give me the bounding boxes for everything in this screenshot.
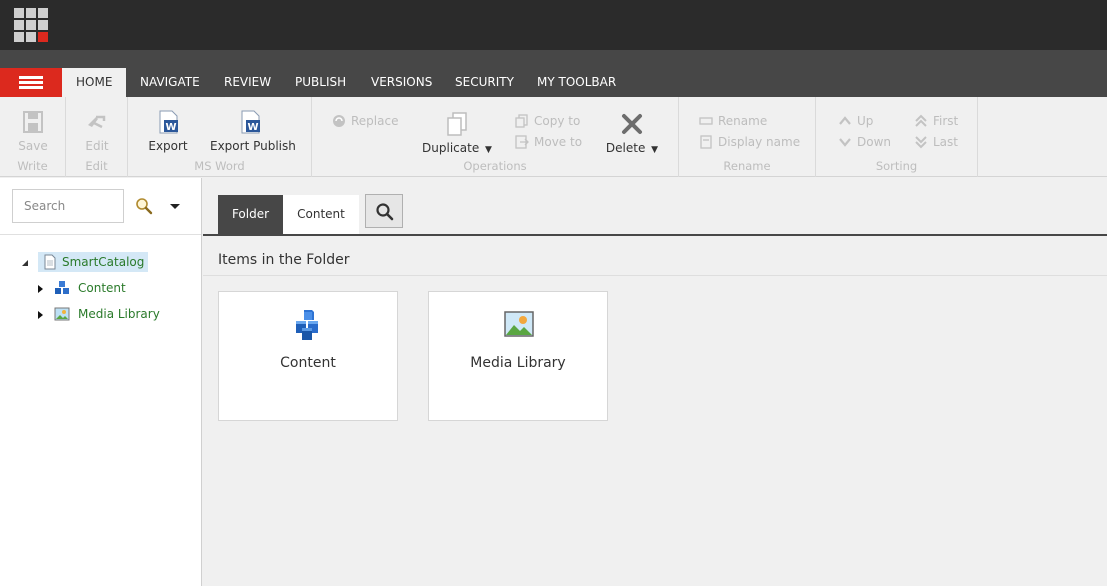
ribbon-group-sorting: Up Down First Last Sorting: [816, 97, 978, 177]
sort-down-button[interactable]: Down: [838, 135, 891, 149]
search-icon[interactable]: [134, 196, 154, 216]
tab-publish[interactable]: PUBLISH: [295, 68, 346, 97]
sort-last-button[interactable]: Last: [914, 135, 958, 149]
ribbon-group-rename: Rename Display name Rename: [679, 97, 816, 177]
copy-to-button[interactable]: Copy to: [515, 114, 580, 128]
tab-navigate[interactable]: NAVIGATE: [140, 68, 200, 97]
word-document-icon: W: [155, 109, 181, 135]
save-button[interactable]: Save: [0, 109, 66, 153]
export-button[interactable]: W Export: [148, 109, 188, 153]
move-to-button[interactable]: Move to: [515, 135, 582, 149]
chevron-down-icon: [838, 135, 852, 149]
group-label-rename: Rename: [723, 159, 771, 173]
edit-button[interactable]: Edit: [66, 109, 128, 153]
image-icon: [503, 308, 535, 340]
image-icon: [54, 306, 70, 322]
double-chevron-up-icon: [914, 114, 928, 128]
tree-label-media-library: Media Library: [78, 307, 160, 321]
content-tree-panel: SmartCatalog Content Media Library: [0, 178, 202, 586]
edit-icon: [84, 109, 110, 135]
tree-label-smartcatalog: SmartCatalog: [62, 255, 145, 269]
main-content-panel: Folder Content Items in the Folder Conte…: [203, 178, 1107, 586]
tree-search-input[interactable]: [12, 189, 124, 223]
tab-versions[interactable]: VERSIONS: [371, 68, 432, 97]
folder-card-media-library[interactable]: Media Library: [428, 291, 608, 421]
delete-x-icon: [619, 111, 645, 137]
rename-button[interactable]: Rename: [699, 114, 767, 128]
group-label-sorting: Sorting: [875, 159, 918, 173]
page-icon: [42, 254, 58, 270]
ribbon-group-operations: Replace Duplicate ▼ Copy to Move to Dele…: [312, 97, 679, 177]
tree-item-smartcatalog[interactable]: SmartCatalog: [20, 251, 149, 273]
svg-text:W: W: [165, 122, 176, 133]
rename-icon: [699, 114, 713, 128]
hamburger-menu-icon[interactable]: [0, 68, 62, 97]
ribbon: Save Write Edit Edit W Export W Export P…: [0, 97, 1107, 177]
cubes-icon: [293, 308, 325, 340]
group-label-write: Write: [17, 159, 48, 173]
export-publish-button[interactable]: W Export Publish: [210, 109, 296, 153]
chevron-down-icon: ▼: [651, 145, 659, 155]
launchpad-grid-icon[interactable]: [14, 8, 48, 42]
card-title: Content: [280, 355, 336, 371]
tree-expand-down-icon[interactable]: [20, 257, 30, 267]
delete-button[interactable]: Delete ▼: [604, 111, 660, 155]
ribbon-tab-bar: HOME NAVIGATE REVIEW PUBLISH VERSIONS SE…: [0, 50, 1107, 97]
save-icon: [20, 109, 46, 135]
sort-first-button[interactable]: First: [914, 114, 958, 128]
duplicate-button[interactable]: Duplicate ▼: [422, 111, 492, 155]
section-title: Items in the Folder: [218, 252, 350, 268]
move-icon: [515, 135, 529, 149]
replace-icon: [332, 114, 346, 128]
section-divider: [203, 275, 1107, 276]
tree-node: SmartCatalog: [38, 252, 149, 272]
copy-icon: [515, 114, 529, 128]
tab-review[interactable]: REVIEW: [224, 68, 271, 97]
tab-home[interactable]: HOME: [62, 68, 127, 97]
chevron-up-icon: [838, 114, 852, 128]
ribbon-group-edit: Edit Edit: [66, 97, 128, 177]
group-label-edit: Edit: [85, 159, 108, 173]
panel-divider: [0, 234, 201, 235]
tree-label-content: Content: [78, 281, 126, 295]
group-label-operations: Operations: [463, 159, 527, 173]
display-name-button[interactable]: Display name: [699, 135, 800, 149]
tree-expand-right-icon[interactable]: [36, 309, 46, 319]
word-document-icon: W: [237, 109, 263, 135]
ribbon-group-ms-word: W Export W Export Publish MS Word: [128, 97, 312, 177]
ribbon-group-write: Save Write: [0, 97, 66, 177]
tab-security[interactable]: SECURITY: [455, 68, 514, 97]
search-options-dropdown-icon[interactable]: [167, 198, 183, 214]
svg-text:W: W: [247, 122, 258, 133]
card-title: Media Library: [470, 355, 566, 371]
sort-up-button[interactable]: Up: [838, 114, 873, 128]
double-chevron-down-icon: [914, 135, 928, 149]
content-search-button[interactable]: [365, 194, 403, 228]
display-name-icon: [699, 135, 713, 149]
folder-card-content[interactable]: Content: [218, 291, 398, 421]
tree-expand-right-icon[interactable]: [36, 283, 46, 293]
replace-button[interactable]: Replace: [332, 114, 398, 128]
top-bar: [0, 0, 1107, 50]
tab-folder[interactable]: Folder: [218, 195, 283, 234]
view-tabs: Folder Content: [203, 178, 1107, 236]
duplicate-icon: [444, 111, 470, 137]
cubes-icon: [54, 280, 70, 296]
search-icon: [375, 202, 395, 225]
tab-my-toolbar[interactable]: MY TOOLBAR: [537, 68, 616, 97]
chevron-down-icon: ▼: [485, 145, 492, 155]
tree-item-content[interactable]: Content: [36, 277, 130, 299]
tree-item-media-library[interactable]: Media Library: [36, 303, 164, 325]
group-label-ms-word: MS Word: [194, 159, 245, 173]
tab-content[interactable]: Content: [283, 195, 359, 234]
